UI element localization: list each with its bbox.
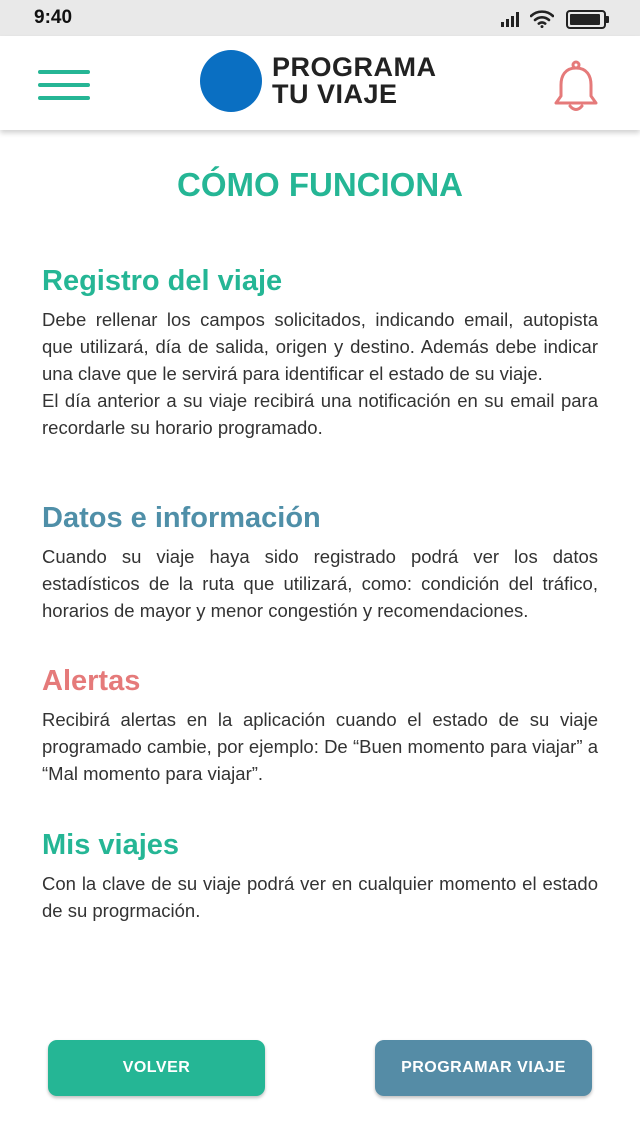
section-text: El día anterior a su viaje recibirá una … [42, 390, 598, 438]
status-bar: 9:40 [0, 0, 640, 36]
section-text: Con la clave de su viaje podrá ver en cu… [42, 873, 598, 921]
logo-text: PROGRAMA TU VIAJE [272, 54, 437, 108]
page-title: CÓMO FUNCIONA [177, 166, 463, 203]
logo-line-2: TU VIAJE [272, 79, 398, 109]
logo-line-1: PROGRAMA [272, 52, 437, 82]
program-trip-button[interactable]: PROGRAMAR VIAJE [375, 1040, 592, 1096]
section-registro: Registro del viaje Debe rellenar los cam… [42, 265, 598, 441]
section-heading: Datos e información [42, 502, 321, 534]
section-text: Cuando su viaje haya sido registrado pod… [42, 546, 598, 621]
section-mis-viajes: Mis viajes Con la clave de su viaje podr… [42, 829, 598, 924]
signal-icon [501, 11, 519, 27]
bell-icon[interactable] [552, 60, 600, 114]
section-datos: Datos e información Cuando su viaje haya… [42, 502, 598, 624]
section-heading: Mis viajes [42, 829, 180, 861]
section-text: Debe rellenar los campos solicitados, in… [42, 309, 598, 384]
app-header: PROGRAMA TU VIAJE [0, 36, 640, 130]
battery-icon [566, 9, 609, 29]
section-text: Recibirá alertas en la aplicación cuando… [42, 709, 598, 784]
section-heading: Registro del viaje [42, 265, 283, 297]
section-heading: Alertas [42, 665, 141, 697]
wifi-icon [530, 10, 554, 28]
status-time: 9:40 [34, 7, 73, 28]
status-icons [501, 9, 609, 29]
app-logo: PROGRAMA TU VIAJE [200, 50, 437, 112]
logo-circle-icon [200, 50, 262, 112]
hamburger-menu-icon[interactable] [38, 70, 90, 100]
section-alertas: Alertas Recibirá alertas en la aplicació… [42, 665, 598, 787]
back-button[interactable]: VOLVER [48, 1040, 265, 1096]
